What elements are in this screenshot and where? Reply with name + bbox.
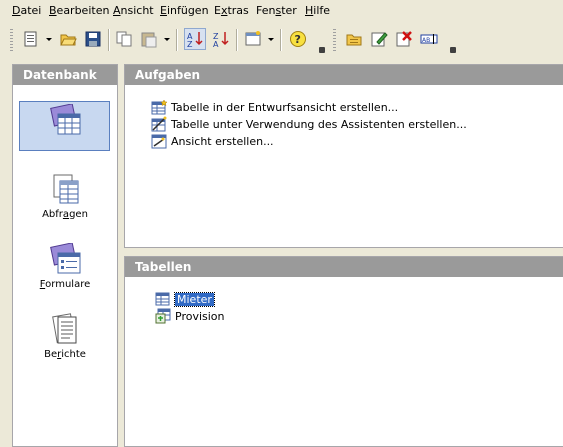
new-dropdown-arrow[interactable]	[46, 38, 52, 41]
tables-icon	[48, 103, 82, 136]
toolbar-separator	[176, 29, 178, 51]
task-label: Tabelle unter Verwendung des Assistenten…	[171, 117, 467, 131]
create-view-icon	[151, 134, 167, 149]
table-icon	[155, 292, 170, 306]
toolbar-separator	[108, 29, 110, 51]
task-label: Ansicht erstellen...	[171, 134, 274, 148]
rename-icon[interactable]: AB	[418, 28, 440, 50]
db-item-formulare[interactable]: Formulare	[13, 242, 117, 290]
sort-ascending-icon[interactable]: AZ	[184, 28, 206, 50]
toolbar-overflow-icon[interactable]	[450, 47, 456, 53]
svg-text:Z: Z	[187, 40, 193, 48]
task-create-table-wizard[interactable]: Tabelle unter Verwendung des Assistenten…	[151, 116, 467, 132]
table-item-label: Mieter	[174, 291, 215, 307]
paste-icon[interactable]	[138, 28, 160, 50]
open-database-object-icon[interactable]	[343, 28, 365, 50]
task-label: Tabelle in der Entwurfsansicht erstellen…	[171, 100, 399, 114]
database-panel: Datenbank Tabellen Abfragen Formulare Be…	[12, 64, 118, 447]
menu-bar: Datei Bearbeiten Ansicht Einfügen Extras…	[0, 0, 563, 22]
tables-panel: Tabellen Mieter Provision	[124, 256, 563, 447]
menu-hilfe[interactable]: Hilfe	[305, 4, 330, 17]
edit-icon[interactable]	[368, 28, 390, 50]
svg-text:A: A	[213, 40, 219, 48]
forms-icon	[48, 242, 82, 275]
delete-icon[interactable]	[393, 28, 415, 50]
tables-panel-header: Tabellen	[125, 257, 563, 277]
reports-icon	[48, 313, 82, 345]
menu-einfuegen[interactable]: Einfügen	[160, 4, 209, 17]
toolbar-separator	[236, 29, 238, 51]
tasks-panel-header: Aufgaben	[125, 65, 563, 85]
menu-datei[interactable]: Datei	[12, 4, 41, 17]
db-item-label: Abfragen	[42, 209, 88, 220]
table-item-label: Provision	[175, 309, 225, 323]
copy-icon[interactable]	[113, 28, 135, 50]
db-item-label: Formulare	[39, 279, 91, 290]
menu-bearbeiten[interactable]: Bearbeiten	[49, 4, 109, 17]
help-icon[interactable]: ?	[287, 28, 309, 50]
table-wizard-icon	[151, 116, 167, 132]
db-item-berichte[interactable]: Berichte	[13, 313, 117, 360]
svg-text:AB: AB	[422, 37, 430, 44]
save-icon[interactable]	[82, 28, 104, 50]
menu-fenster[interactable]: Fenster	[256, 4, 297, 17]
task-create-view[interactable]: Ansicht erstellen...	[151, 133, 274, 149]
table-linked-icon	[155, 308, 171, 324]
table-item-provision[interactable]: Provision	[155, 308, 225, 324]
toolbar-separator	[280, 29, 282, 51]
toolbar-overflow-icon[interactable]	[319, 47, 325, 53]
db-item-tabellen[interactable]: Tabellen	[13, 101, 117, 151]
open-folder-icon[interactable]	[57, 28, 79, 50]
menu-extras[interactable]: Extras	[214, 4, 249, 17]
database-panel-header: Datenbank	[13, 65, 117, 85]
toolbar-grip[interactable]	[333, 29, 336, 51]
table-item-mieter[interactable]: Mieter	[155, 291, 215, 307]
form-design-icon[interactable]	[242, 28, 264, 50]
svg-text:?: ?	[295, 33, 301, 46]
sort-descending-icon[interactable]: ZA	[210, 28, 232, 50]
db-item-abfragen[interactable]: Abfragen	[13, 173, 117, 220]
new-document-icon[interactable]	[20, 28, 42, 50]
tasks-panel: Aufgaben Tabelle in der Entwurfsansicht …	[124, 64, 563, 248]
menu-ansicht[interactable]: Ansicht	[113, 4, 154, 17]
db-item-label: Berichte	[44, 349, 86, 360]
queries-icon	[48, 173, 82, 205]
table-design-icon	[151, 99, 167, 115]
paste-dropdown-arrow[interactable]	[164, 38, 170, 41]
form-dropdown-arrow[interactable]	[268, 38, 274, 41]
toolbar-grip[interactable]	[10, 29, 13, 51]
task-create-table-design[interactable]: Tabelle in der Entwurfsansicht erstellen…	[151, 99, 398, 115]
toolbar: AZ ZA ? AB	[0, 23, 563, 57]
